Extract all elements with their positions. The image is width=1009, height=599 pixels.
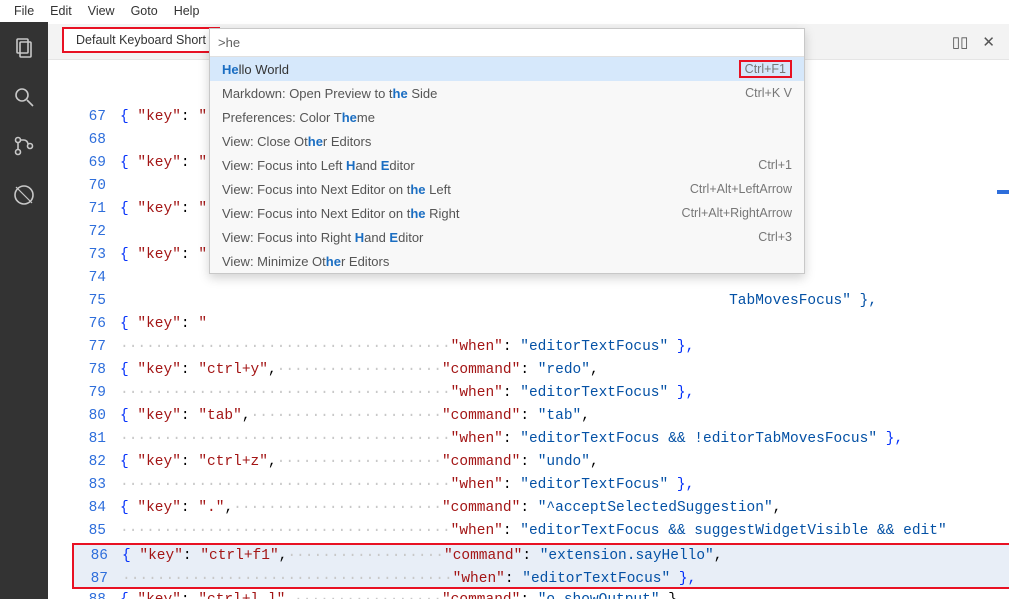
line-number: 85 bbox=[72, 520, 120, 543]
line-number: 71 bbox=[72, 198, 120, 221]
palette-item-label: View: Focus into Next Editor on the Left bbox=[222, 182, 690, 197]
palette-item-label: View: Minimize Other Editors bbox=[222, 254, 792, 269]
line-number: 84 bbox=[72, 497, 120, 520]
command-palette-input[interactable] bbox=[210, 29, 804, 57]
tab-title: Default Keyboard Short bbox=[76, 33, 206, 47]
line-number: 83 bbox=[72, 474, 120, 497]
code-line[interactable]: 86{ "key": "ctrl+f1",··················"… bbox=[74, 545, 1009, 568]
git-icon[interactable] bbox=[12, 134, 36, 161]
code-line[interactable]: 81······································… bbox=[48, 428, 1009, 451]
menu-view[interactable]: View bbox=[80, 1, 123, 21]
palette-item-shortcut: Ctrl+Alt+LeftArrow bbox=[690, 181, 792, 197]
palette-item-shortcut: Ctrl+F1 bbox=[739, 60, 792, 78]
code-line[interactable]: 85······································… bbox=[48, 520, 1009, 543]
code-line[interactable]: 87······································… bbox=[74, 568, 1009, 591]
line-number: 82 bbox=[72, 451, 120, 474]
palette-item[interactable]: View: Close Other Editors bbox=[210, 129, 804, 153]
palette-item[interactable]: Preferences: Color Theme bbox=[210, 105, 804, 129]
search-icon[interactable] bbox=[12, 85, 36, 112]
minimap-scroll[interactable] bbox=[997, 60, 1009, 599]
line-number: 74 bbox=[72, 267, 120, 290]
tab-keyboard-shortcuts[interactable]: Default Keyboard Short bbox=[62, 27, 220, 53]
menu-help[interactable]: Help bbox=[166, 1, 208, 21]
palette-item-label: Preferences: Color Theme bbox=[222, 110, 792, 125]
line-number: 70 bbox=[72, 175, 120, 198]
explorer-icon[interactable] bbox=[12, 36, 36, 63]
line-number: 78 bbox=[72, 359, 120, 382]
code-line[interactable]: 84{ "key": ".",························"… bbox=[48, 497, 1009, 520]
line-number: 77 bbox=[72, 336, 120, 359]
highlighted-lines: 86{ "key": "ctrl+f1",··················"… bbox=[72, 543, 1009, 589]
palette-item-shortcut: Ctrl+1 bbox=[758, 157, 792, 173]
code-line[interactable]: 83······································… bbox=[48, 474, 1009, 497]
line-number: 75 bbox=[72, 290, 120, 313]
menu-goto[interactable]: Goto bbox=[123, 1, 166, 21]
code-line[interactable]: 78{ "key": "ctrl+y",···················"… bbox=[48, 359, 1009, 382]
split-editor-icon[interactable]: ▯▯ bbox=[952, 33, 969, 51]
palette-item-shortcut: Ctrl+K V bbox=[745, 85, 792, 101]
code-line[interactable]: 75 TabMovesFocus" }, bbox=[48, 290, 1009, 313]
line-number: 80 bbox=[72, 405, 120, 428]
palette-item[interactable]: View: Minimize Other Editors bbox=[210, 249, 804, 273]
line-number: 88 bbox=[72, 589, 120, 599]
code-line[interactable]: 80{ "key": "tab",······················"… bbox=[48, 405, 1009, 428]
line-number: 86 bbox=[74, 545, 122, 568]
code-line[interactable]: 76{ "key": " bbox=[48, 313, 1009, 336]
menu-edit[interactable]: Edit bbox=[42, 1, 80, 21]
menu-file[interactable]: File bbox=[6, 1, 42, 21]
code-line[interactable]: 88{ "key": "ctrl+l l",·················"… bbox=[48, 589, 1009, 599]
palette-item-label: Markdown: Open Preview to the Side bbox=[222, 86, 745, 101]
line-number: 87 bbox=[74, 568, 122, 591]
code-line[interactable]: 82{ "key": "ctrl+z",···················"… bbox=[48, 451, 1009, 474]
palette-item-label: View: Focus into Next Editor on the Righ… bbox=[222, 206, 682, 221]
line-number: 76 bbox=[72, 313, 120, 336]
palette-item[interactable]: View: Focus into Left Hand EditorCtrl+1 bbox=[210, 153, 804, 177]
line-number: 73 bbox=[72, 244, 120, 267]
palette-item-label: Hello World bbox=[222, 62, 739, 77]
code-line[interactable]: 77······································… bbox=[48, 336, 1009, 359]
palette-item-shortcut: Ctrl+3 bbox=[758, 229, 792, 245]
palette-item-label: View: Close Other Editors bbox=[222, 134, 792, 149]
palette-item[interactable]: View: Focus into Right Hand EditorCtrl+3 bbox=[210, 225, 804, 249]
palette-item-label: View: Focus into Right Hand Editor bbox=[222, 230, 758, 245]
command-palette: Hello WorldCtrl+F1Markdown: Open Preview… bbox=[209, 28, 805, 274]
palette-item-shortcut: Ctrl+Alt+RightArrow bbox=[682, 205, 792, 221]
palette-item-label: View: Focus into Left Hand Editor bbox=[222, 158, 758, 173]
scroll-marker bbox=[997, 190, 1009, 194]
palette-item[interactable]: View: Focus into Next Editor on the Left… bbox=[210, 177, 804, 201]
line-number: 69 bbox=[72, 152, 120, 175]
line-number: 68 bbox=[72, 129, 120, 152]
activity-bar bbox=[0, 22, 48, 599]
palette-item[interactable]: Hello WorldCtrl+F1 bbox=[210, 57, 804, 81]
palette-item[interactable]: Markdown: Open Preview to the SideCtrl+K… bbox=[210, 81, 804, 105]
menubar: File Edit View Goto Help bbox=[0, 0, 1009, 22]
close-icon[interactable]: ✕ bbox=[982, 33, 995, 51]
code-line[interactable]: 79······································… bbox=[48, 382, 1009, 405]
line-number: 67 bbox=[72, 106, 120, 129]
line-number: 79 bbox=[72, 382, 120, 405]
line-number: 81 bbox=[72, 428, 120, 451]
debug-icon[interactable] bbox=[12, 183, 36, 210]
command-palette-list: Hello WorldCtrl+F1Markdown: Open Preview… bbox=[210, 57, 804, 273]
palette-item[interactable]: View: Focus into Next Editor on the Righ… bbox=[210, 201, 804, 225]
line-number: 72 bbox=[72, 221, 120, 244]
